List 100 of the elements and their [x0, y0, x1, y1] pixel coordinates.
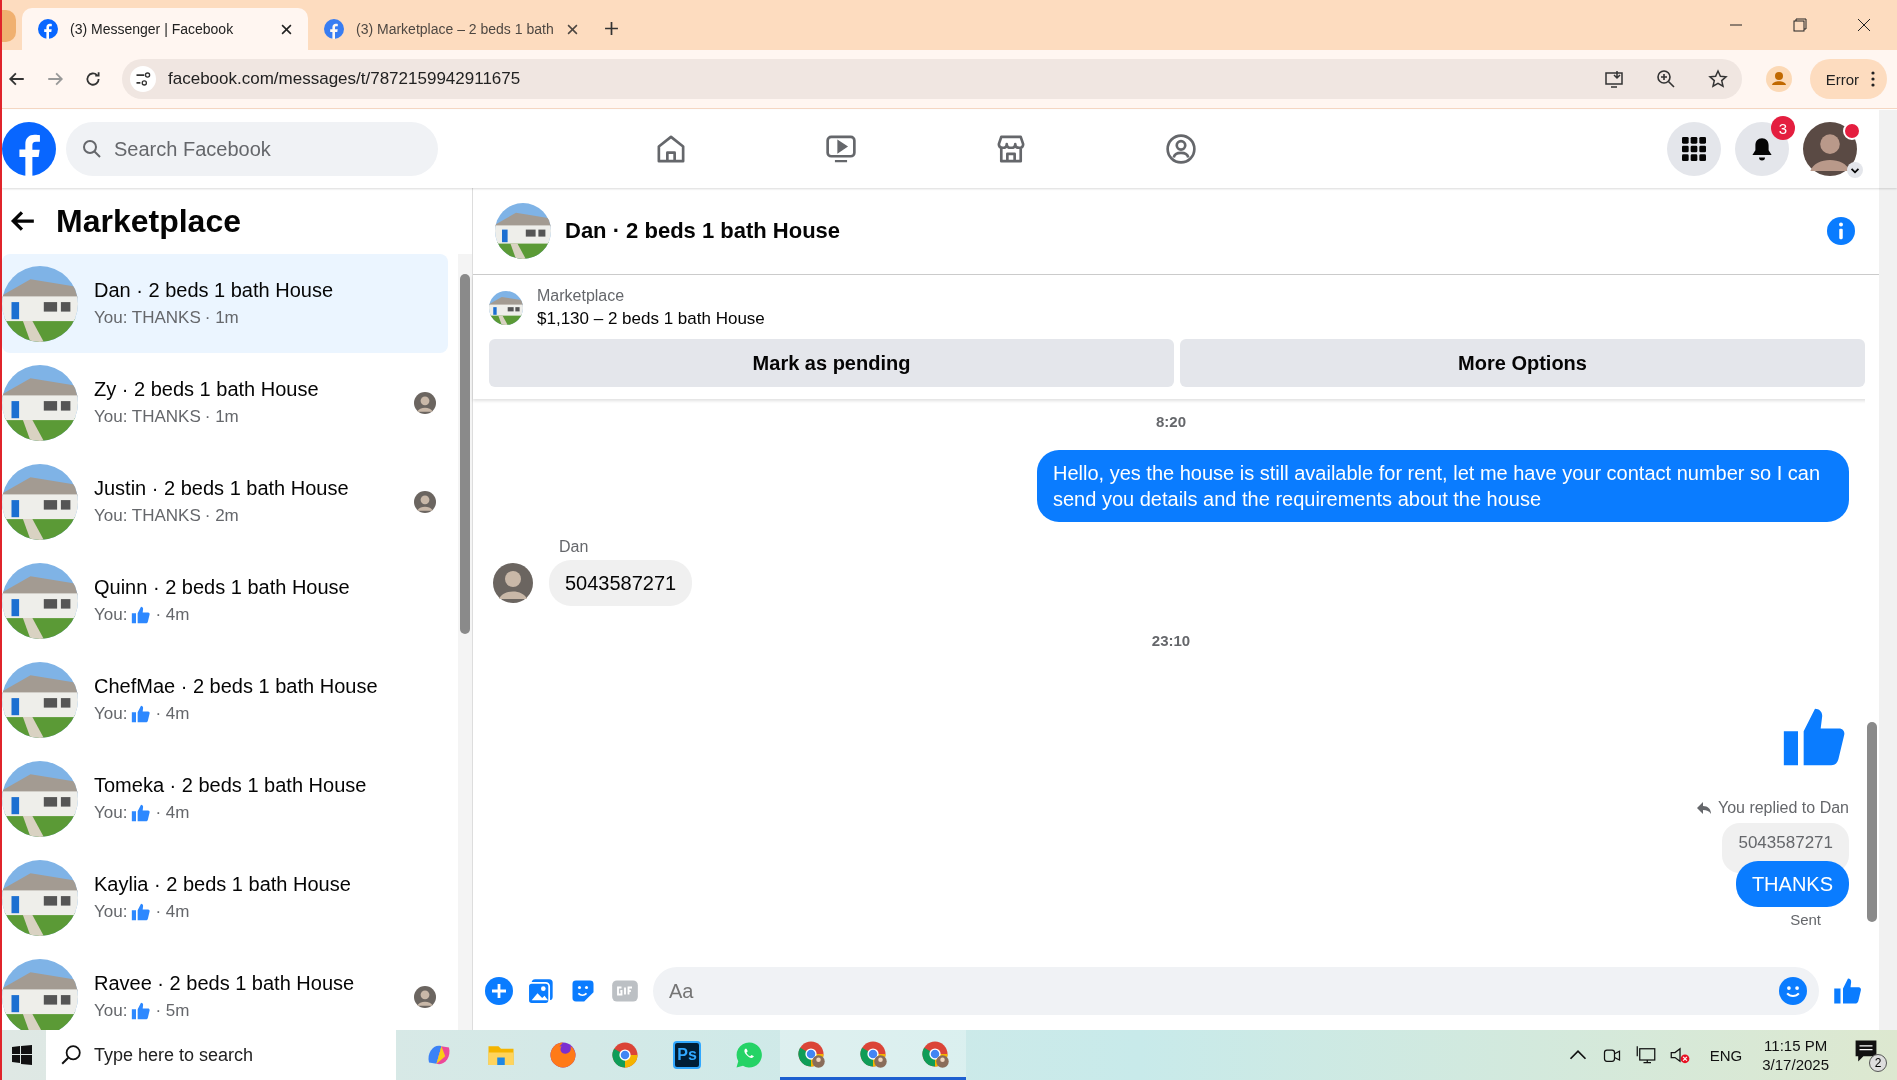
avatar — [493, 563, 533, 603]
browser-icon — [548, 1040, 578, 1070]
timestamp: 23:10 — [1150, 632, 1192, 649]
avatar — [414, 985, 436, 1008]
emoji-icon[interactable] — [1779, 977, 1807, 1005]
clock-date: 3/17/2025 — [1762, 1056, 1829, 1073]
message-preview: You: — [94, 605, 128, 625]
scrollbar[interactable] — [1879, 188, 1897, 1030]
conversation-item[interactable]: Zy · 2 beds 1 bath House You: THANKS · 1m — [2, 353, 448, 452]
clock-time: 11:15 PM — [1764, 1037, 1828, 1054]
app-icon: Ps — [673, 1041, 701, 1069]
message-time: · 4m — [155, 902, 190, 922]
groups-icon[interactable] — [1164, 132, 1198, 166]
close-icon[interactable] — [281, 23, 292, 35]
start-icon[interactable] — [12, 1045, 32, 1065]
network-icon[interactable] — [1635, 1045, 1656, 1065]
listing-title: $1,130 – 2 beds 1 bath House — [537, 309, 765, 329]
chat-title: Dan · 2 beds 1 bath House — [565, 218, 841, 244]
conversation-title: Quinn · 2 beds 1 bath House — [94, 576, 351, 599]
action-button[interactable]: Mark as pending — [489, 339, 1174, 387]
image-icon[interactable] — [527, 977, 555, 1005]
conversation-item[interactable]: Justin · 2 beds 1 bath House You: THANKS · 2m — [2, 452, 448, 551]
like-icon — [131, 704, 152, 724]
conversation-title: Zy · 2 beds 1 bath House — [94, 378, 320, 401]
facebook-logo[interactable] — [2, 122, 56, 176]
message-preview: You: — [94, 704, 128, 724]
like-icon — [131, 605, 152, 625]
message-preview: You: — [94, 1001, 128, 1021]
message-bubble: Hello, yes the house is still available for rent, let me have your contact number so I can send you details and the requirements about the house — [1037, 450, 1849, 522]
star-icon[interactable] — [1707, 69, 1728, 89]
language-indicator[interactable]: ENG — [1709, 1046, 1743, 1064]
speaker-muted-icon[interactable] — [1669, 1045, 1690, 1065]
new-tab-icon[interactable] — [604, 21, 619, 36]
message-bubble: THANKS — [1735, 861, 1849, 907]
chat-icon — [734, 1040, 764, 1070]
address-bar[interactable]: facebook.com/messages/t/7872159942911675 — [122, 59, 1742, 99]
conversation-item[interactable]: ChefMae · 2 beds 1 bath House You: · 4m — [2, 650, 448, 749]
notification-center-button[interactable]: 2 — [1853, 1038, 1887, 1072]
search-field[interactable]: Search Facebook — [66, 122, 438, 176]
back-icon[interactable] — [8, 70, 26, 88]
bell-icon — [1750, 137, 1774, 161]
conversation-title: Justin · 2 beds 1 bath House — [94, 477, 350, 500]
notifications-button[interactable] — [1735, 122, 1789, 176]
message-time: · 4m — [155, 704, 190, 724]
zoom-icon[interactable] — [1655, 69, 1676, 89]
menu-icon[interactable] — [1871, 71, 1875, 87]
forward-icon[interactable] — [46, 70, 64, 88]
notification-count: 2 — [1869, 1054, 1887, 1072]
profile-error-button[interactable]: Error — [1809, 59, 1887, 99]
reply-icon — [1695, 800, 1712, 816]
message-field[interactable]: Aa — [653, 967, 1819, 1015]
back-icon[interactable] — [10, 208, 36, 234]
conversation-title: Tomeka · 2 beds 1 bath House — [94, 774, 368, 797]
message-preview: You: — [94, 803, 128, 823]
conversation-item[interactable]: Quinn · 2 beds 1 bath House You: · 4m — [2, 551, 448, 650]
taskbar-search-field[interactable]: Type here to search — [46, 1030, 396, 1080]
browser-icon — [610, 1040, 640, 1070]
site-settings-icon[interactable] — [130, 66, 156, 92]
account-avatar[interactable] — [1803, 122, 1857, 176]
menu-button[interactable] — [1667, 122, 1721, 176]
message-preview: You: THANKS — [94, 308, 201, 328]
scrollbar[interactable] — [458, 254, 472, 1030]
url-text: facebook.com/messages/t/7872159942911675 — [168, 69, 521, 89]
browser-tab[interactable]: (3) Messenger | Facebook — [22, 8, 308, 50]
plus-icon[interactable] — [485, 977, 513, 1005]
chevron-down-icon — [1847, 162, 1863, 178]
clock[interactable]: 11:15 PM 3/17/2025 — [1762, 1037, 1829, 1073]
tab-title: (3) Messenger | Facebook — [70, 21, 235, 37]
search-icon — [60, 1044, 82, 1066]
restore-icon[interactable] — [1793, 18, 1807, 32]
profile-icon[interactable] — [1765, 66, 1792, 92]
listing-label: Marketplace — [537, 287, 626, 305]
sender-name: Dan — [559, 538, 590, 556]
taskbar-app[interactable] — [780, 1030, 842, 1080]
facebook-icon — [38, 19, 58, 39]
close-icon[interactable] — [1857, 18, 1871, 32]
browser-tab[interactable]: (3) Marketplace – 2 beds 1 bath — [308, 8, 594, 50]
action-button[interactable]: More Options — [1180, 339, 1865, 387]
taskbar-app[interactable] — [904, 1030, 966, 1080]
message-bubble: 5043587271 — [549, 560, 693, 606]
facebook-icon — [324, 19, 344, 39]
sidebar-title: Marketplace — [56, 202, 241, 240]
notification-badge: 3 — [1771, 116, 1795, 140]
avatar — [414, 391, 436, 414]
taskbar-app[interactable]: Ps — [656, 1030, 718, 1080]
reload-icon[interactable] — [84, 70, 102, 88]
delivery-status: Sent — [1790, 911, 1821, 928]
conversation-item[interactable]: Kaylia · 2 beds 1 bath House You: · 4m — [2, 848, 448, 947]
like-icon — [131, 1001, 152, 1021]
status-dot — [1843, 122, 1861, 140]
conversation-item[interactable]: Tomeka · 2 beds 1 bath House You: · 4m — [2, 749, 448, 848]
info-icon[interactable] — [1827, 217, 1855, 245]
tab-title: (3) Marketplace – 2 beds 1 bath — [356, 21, 555, 37]
conversation-item[interactable]: Dan · 2 beds 1 bath House You: THANKS · 1m — [2, 254, 448, 353]
message-time: · 4m — [155, 605, 190, 625]
conversation-title: Dan · 2 beds 1 bath House — [94, 279, 335, 302]
like-icon — [131, 803, 152, 823]
close-icon[interactable] — [567, 23, 578, 35]
install-icon[interactable] — [1603, 69, 1624, 89]
message-time: · 1m — [204, 407, 239, 427]
